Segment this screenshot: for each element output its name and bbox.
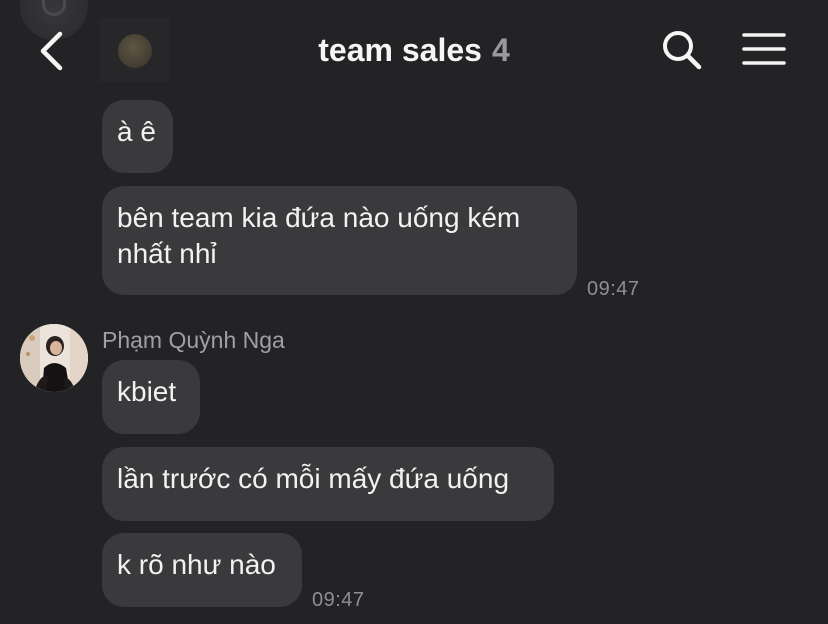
message-text: kbiet: [117, 376, 177, 407]
message-bubble[interactable]: k rõ như nào: [102, 533, 302, 607]
sender-name: Phạm Quỳnh Nga: [102, 327, 285, 353]
avatar-photo: [20, 324, 88, 392]
message-text: k rõ như nào: [117, 549, 276, 580]
message-text: bên team kia đứa nào uống kém nhất nhỉ: [117, 202, 521, 269]
message-time: 09:47: [587, 278, 640, 300]
message-bubble[interactable]: bên team kia đứa nào uống kém nhất nhỉ: [102, 186, 577, 295]
sender-avatar[interactable]: [20, 324, 88, 392]
message-bubble[interactable]: à ê: [102, 100, 173, 173]
message-bubble[interactable]: lần trước có mỗi mấy đứa uống: [102, 447, 554, 521]
search-button[interactable]: [660, 28, 704, 72]
chat-screen: team sales 4 à ê bên team kia đứa nào uốn…: [0, 0, 828, 624]
search-icon: [663, 31, 702, 70]
hamburger-menu-icon: [742, 33, 786, 65]
chat-header: team sales 4: [0, 0, 828, 100]
message-text: lần trước có mỗi mấy đứa uống: [117, 463, 510, 494]
message-time: 09:47: [312, 589, 365, 611]
message-bubble[interactable]: kbiet: [102, 360, 200, 434]
member-count: 4: [491, 32, 510, 68]
menu-button[interactable]: [740, 30, 788, 70]
message-text: à ê: [117, 116, 156, 147]
group-name: team sales: [318, 32, 482, 68]
